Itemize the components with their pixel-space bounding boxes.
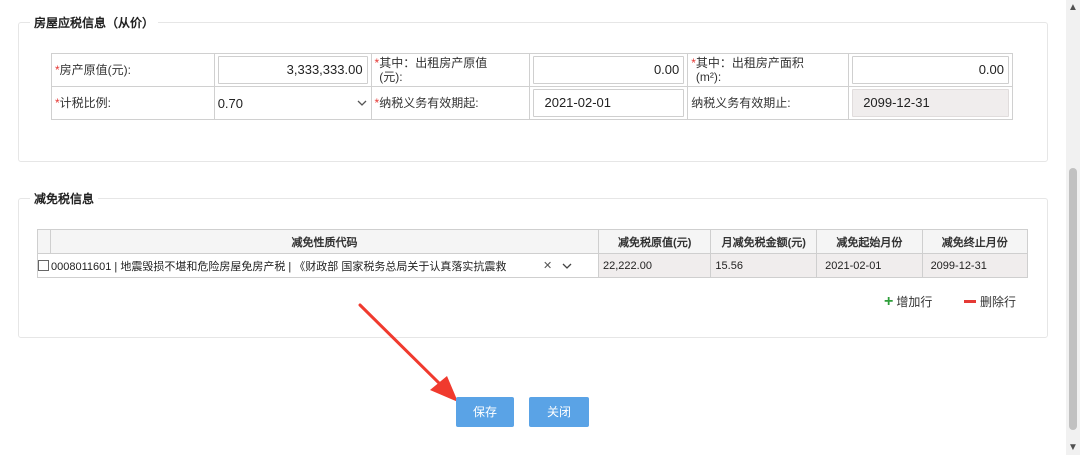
delete-row-label: 删除行 <box>980 295 1017 309</box>
scroll-down-icon[interactable]: ▼ <box>1068 442 1078 453</box>
column-header: 月减免税金额(元) <box>710 229 818 254</box>
column-header: 减免性质代码 <box>50 229 599 254</box>
close-icon[interactable]: ✕ <box>543 259 552 272</box>
relief-original-value: 22,222.00 <box>597 253 712 278</box>
add-row-button[interactable]: + 增加行 <box>884 293 932 310</box>
valid-from-label: 纳税义务有效期起: <box>379 96 479 110</box>
house-tax-title: 房屋应税信息（从价） <box>30 15 159 31</box>
rented-value-input[interactable]: 0.00 <box>533 56 685 84</box>
column-header: 减免税原值(元) <box>597 229 712 254</box>
plus-icon: + <box>884 292 894 310</box>
table-header-row: 减免性质代码 减免税原值(元) 月减免税金额(元) 减免起始月份 减免终止月份 <box>36 229 1029 254</box>
red-arrow-annotation <box>358 303 458 402</box>
chevron-down-icon[interactable] <box>562 260 572 272</box>
chevron-down-icon[interactable] <box>357 98 367 109</box>
relief-start-month: 2021-02-01 <box>816 253 923 278</box>
save-button[interactable]: 保存 <box>456 397 514 427</box>
row-checkbox[interactable] <box>38 260 49 271</box>
original-value-label: 房产原值(元): <box>59 63 131 77</box>
tax-ratio-select[interactable]: 0.70 <box>215 88 371 118</box>
delete-row-button[interactable]: 删除行 <box>964 293 1016 310</box>
table-row: 0008011601 | 地震毁损不堪和危险房屋免房产税 | 《财政部 国家税务… <box>37 253 1029 278</box>
house-tax-form: * 房产原值(元): 3,333,333.00 * 其中：出租房产原值(元): 0.… <box>51 53 1013 120</box>
vertical-scrollbar[interactable]: ▲ ▼ <box>1066 0 1080 455</box>
tax-ratio-value: 0.70 <box>217 95 244 111</box>
close-button[interactable]: 关闭 <box>529 397 589 427</box>
minus-icon <box>964 300 976 303</box>
original-value-label-cell: * 房产原值(元): <box>51 53 215 87</box>
column-header: 减免终止月份 <box>921 229 1029 254</box>
rented-area-label: 其中：出租房产面积(m²): <box>695 56 804 84</box>
relief-title: 减免税信息 <box>30 191 99 207</box>
select-column-header <box>36 229 52 254</box>
relief-monthly-amount: 15.56 <box>710 253 818 278</box>
valid-to-label: 纳税义务有效期止: <box>691 96 791 110</box>
original-value-input[interactable]: 3,333,333.00 <box>217 56 368 84</box>
tax-ratio-label: 计税比例: <box>59 96 112 110</box>
relief-table: 减免性质代码 减免税原值(元) 月减免税金额(元) 减免起始月份 减免终止月份 … <box>36 229 1029 278</box>
add-row-label: 增加行 <box>896 295 933 309</box>
valid-to-readonly: 2099-12-31 <box>852 89 1009 117</box>
rented-value-label: 其中：出租房产原值(元): <box>379 56 488 84</box>
scrollbar-thumb[interactable] <box>1069 168 1077 430</box>
relief-end-month: 2099-12-31 <box>921 253 1029 278</box>
relief-code-value[interactable]: 0008011601 | 地震毁损不堪和危险房屋免房产税 | 《财政部 国家税务… <box>51 258 537 274</box>
scroll-up-icon[interactable]: ▲ <box>1068 2 1078 13</box>
rented-area-input[interactable]: 0.00 <box>852 56 1009 84</box>
column-header: 减免起始月份 <box>816 229 923 254</box>
valid-from-input[interactable]: 2021-02-01 <box>533 89 685 117</box>
